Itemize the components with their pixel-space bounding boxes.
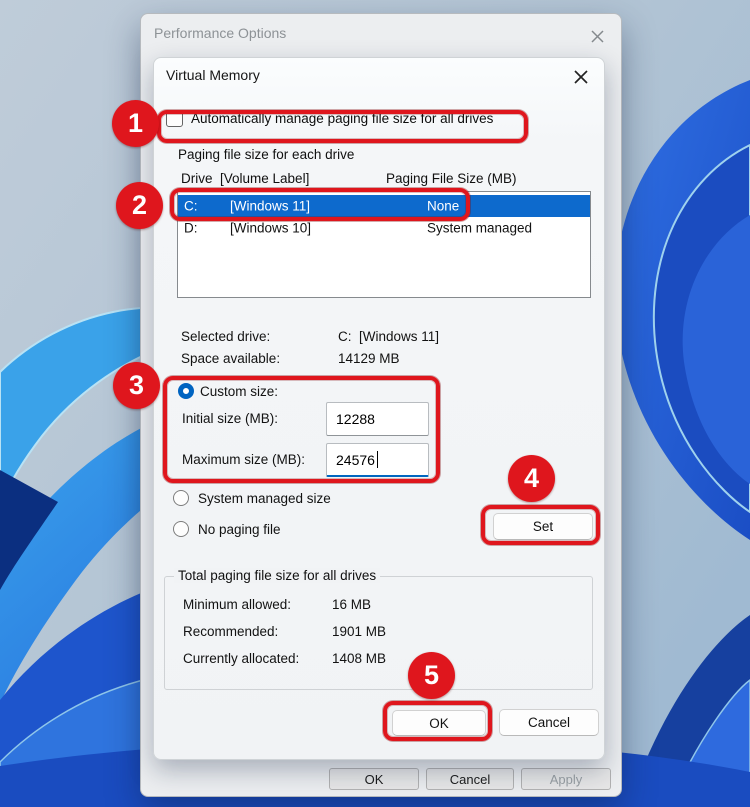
annotation-box-drive-c: [170, 188, 470, 221]
currently-allocated-value: 1408 MB: [332, 651, 386, 666]
step-badge-2: 2: [116, 182, 163, 229]
annotation-box-ok: [383, 701, 492, 741]
recommended-label: Recommended:: [183, 624, 278, 639]
paging-section-label: Paging file size for each drive: [178, 147, 354, 162]
totals-groupbox: Total paging file size for all drives Mi…: [164, 576, 593, 690]
desktop: Performance Options OK Cancel Apply Virt…: [0, 0, 750, 807]
close-icon[interactable]: [588, 27, 606, 45]
annotation-box-custom-size: [163, 376, 440, 483]
paging-size-value: System managed: [427, 221, 532, 236]
selected-drive-label: Selected drive:: [181, 329, 270, 344]
virtual-memory-title: Virtual Memory: [166, 67, 260, 83]
perf-apply-button: Apply: [521, 768, 611, 790]
system-managed-radio[interactable]: [173, 490, 189, 506]
step-badge-5: 5: [408, 652, 455, 699]
space-available-label: Space available:: [181, 351, 280, 366]
step-badge-1: 1: [112, 100, 159, 147]
annotation-box-set: [481, 505, 600, 545]
currently-allocated-label: Currently allocated:: [183, 651, 299, 666]
minimum-allowed-label: Minimum allowed:: [183, 597, 291, 612]
column-header-drive: Drive [Volume Label]: [181, 171, 309, 186]
performance-options-title: Performance Options: [154, 25, 286, 41]
no-paging-file-label: No paging file: [198, 522, 281, 537]
step-badge-3: 3: [113, 362, 160, 409]
selected-drive-value: C: [Windows 11]: [338, 329, 439, 344]
column-header-paging-size: Paging File Size (MB): [386, 171, 517, 186]
system-managed-label: System managed size: [198, 491, 331, 506]
close-icon[interactable]: [571, 67, 591, 87]
annotation-box-auto-manage: [157, 110, 528, 143]
drive-letter: D:: [184, 221, 198, 236]
space-available-value: 14129 MB: [338, 351, 400, 366]
step-badge-4: 4: [508, 455, 555, 502]
perf-cancel-button[interactable]: Cancel: [426, 768, 514, 790]
minimum-allowed-value: 16 MB: [332, 597, 371, 612]
recommended-value: 1901 MB: [332, 624, 386, 639]
no-paging-file-radio[interactable]: [173, 521, 189, 537]
vm-cancel-button[interactable]: Cancel: [499, 709, 599, 736]
volume-label: [Windows 10]: [230, 221, 311, 236]
totals-group-label: Total paging file size for all drives: [174, 568, 380, 583]
perf-ok-button[interactable]: OK: [329, 768, 419, 790]
